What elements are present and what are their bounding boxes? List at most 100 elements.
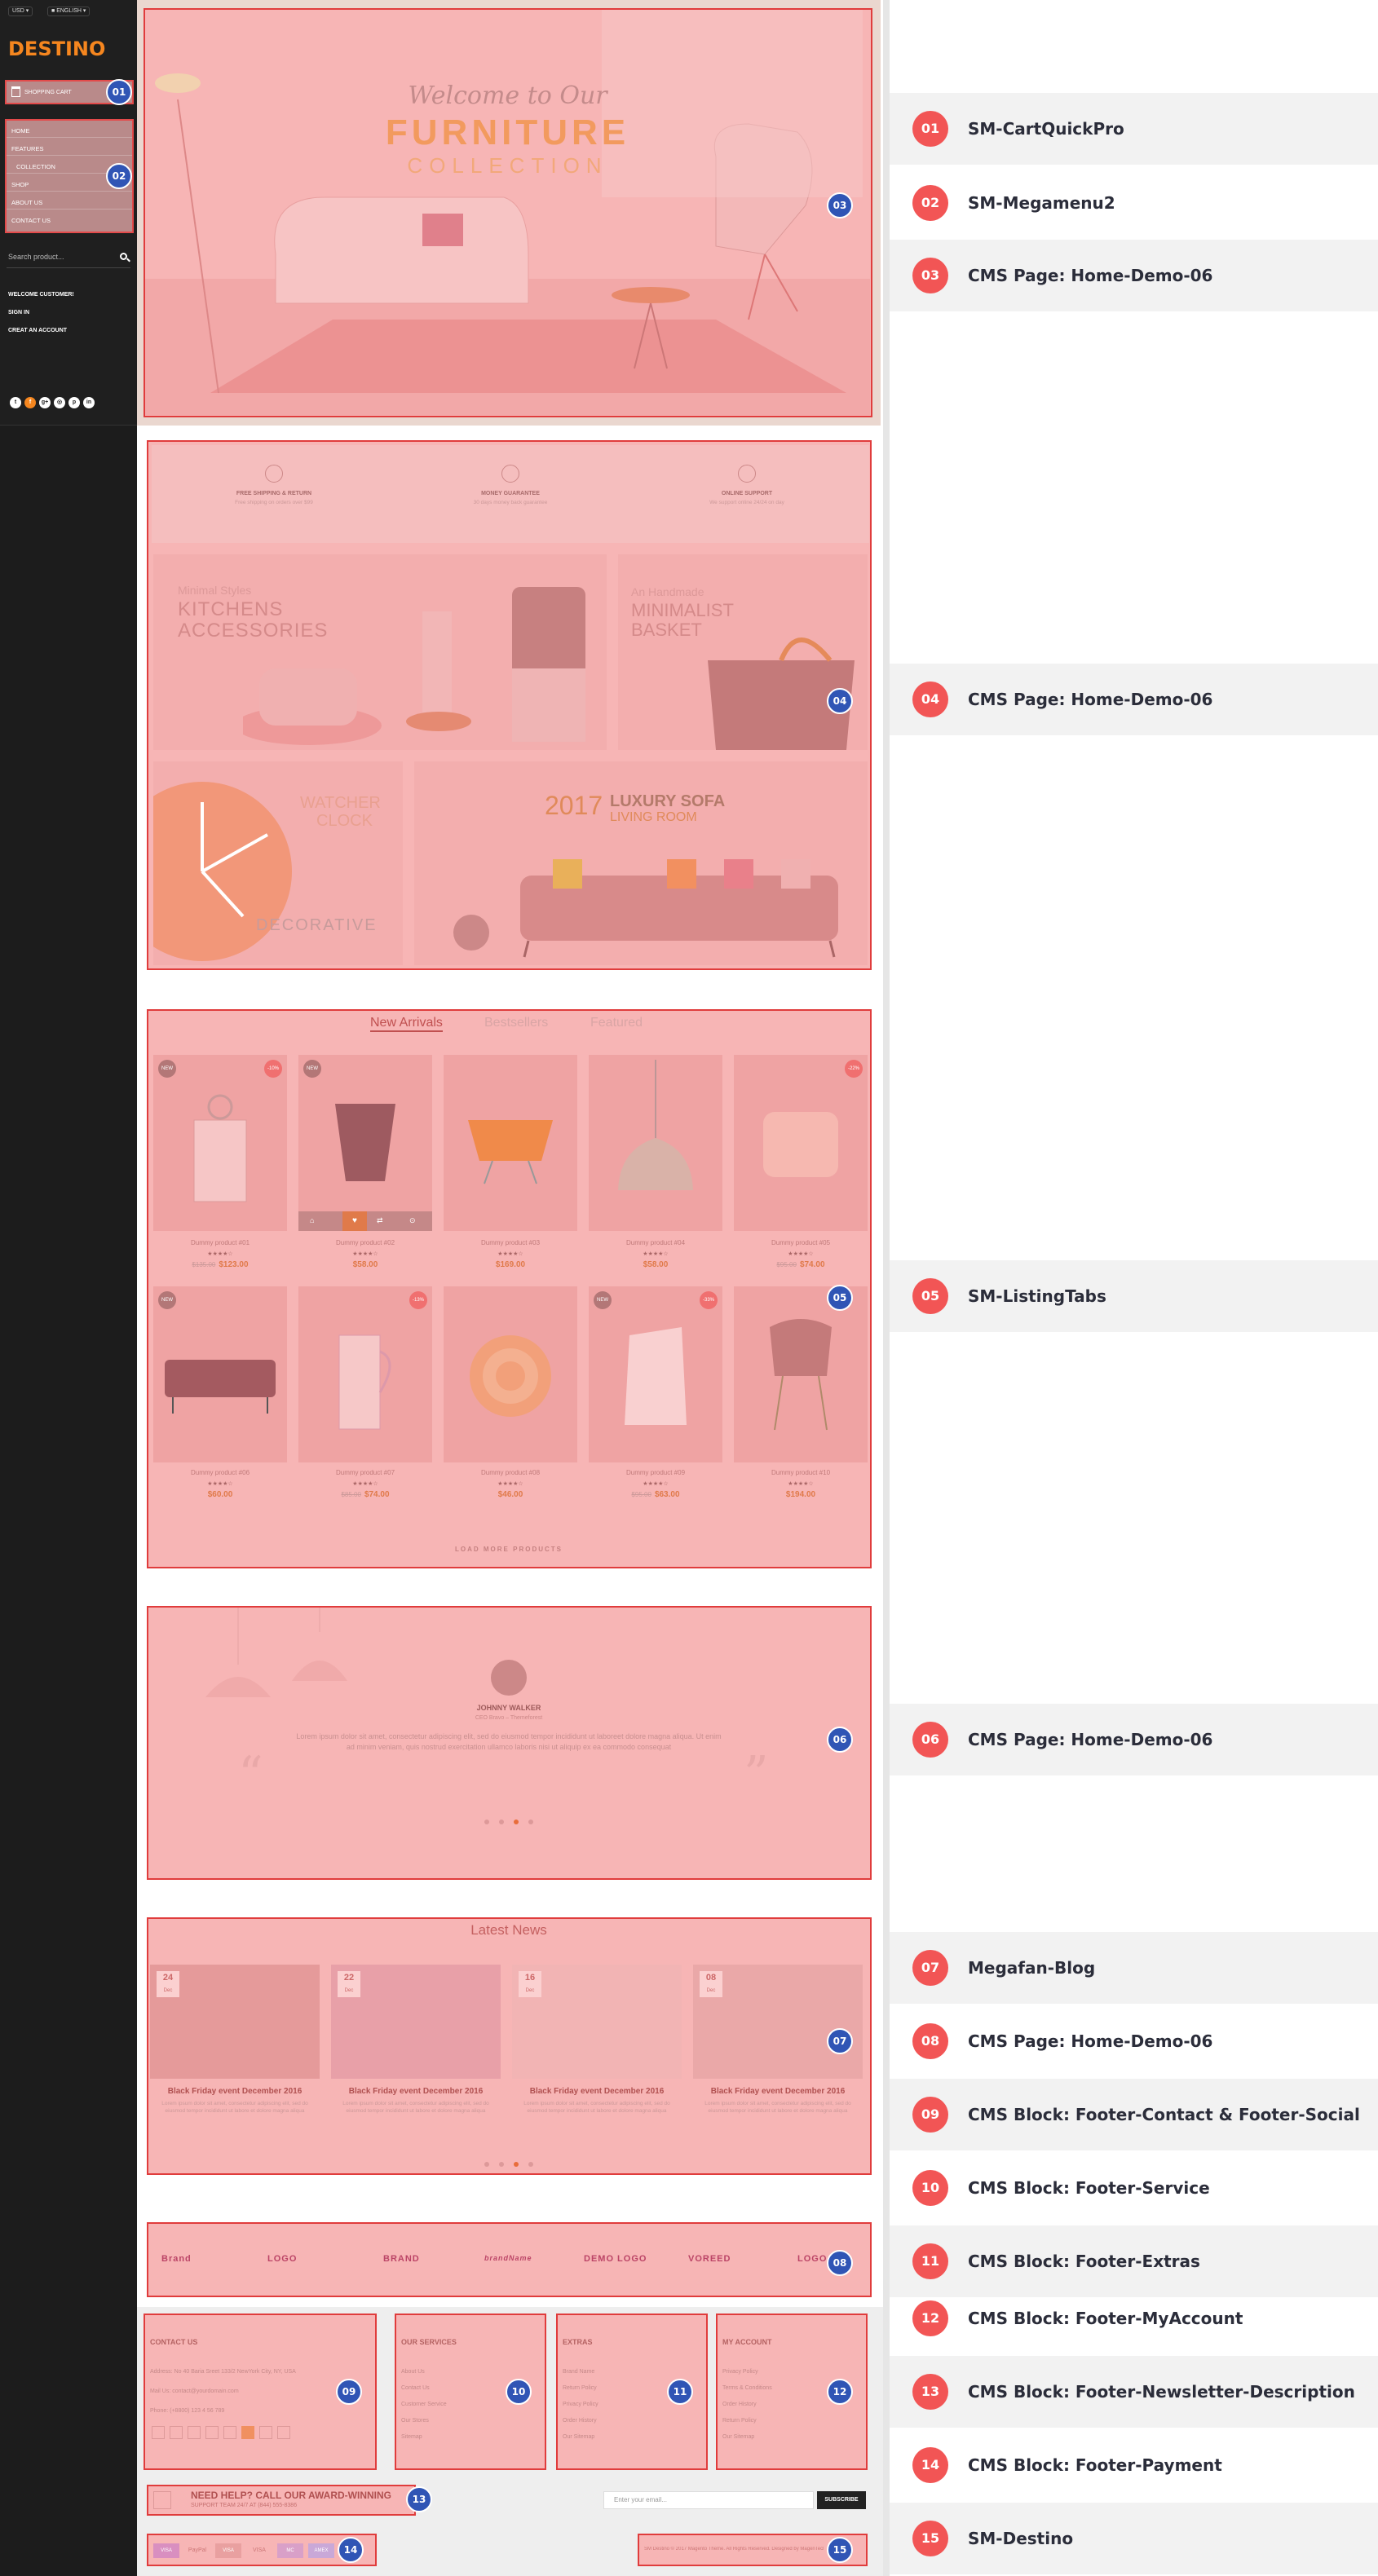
news-card[interactable]: 24 Dec Black Friday event December 2016 Lor… (150, 1965, 320, 2136)
product-card[interactable] (444, 1286, 577, 1462)
product-card[interactable]: NEW ⌂ ♥ ⇄ ⊙ (298, 1055, 432, 1231)
slider-dot[interactable] (499, 1820, 504, 1824)
tab-featured[interactable]: Featured (590, 1016, 643, 1030)
product-card[interactable] (444, 1055, 577, 1231)
product-card[interactable]: -13% (298, 1286, 432, 1462)
footer-link[interactable]: Contact Us (401, 2385, 430, 2391)
footer-link[interactable]: Terms & Conditions (722, 2385, 772, 2391)
product-card[interactable]: NEW -10% (153, 1055, 287, 1231)
menu-item-contact-us[interactable]: CONTACT US (11, 217, 51, 224)
menu-item-features[interactable]: FEATURES (11, 145, 43, 152)
search-input[interactable]: Search product... (8, 253, 118, 261)
footer-link[interactable]: Brand Name (563, 2369, 594, 2375)
menu-item-home[interactable]: HOME (11, 127, 30, 135)
social-pinterest-icon[interactable] (259, 2426, 272, 2439)
slider-dot-active[interactable] (514, 1820, 519, 1824)
product-name[interactable]: Dummy product #05 (734, 1239, 868, 1246)
product-card[interactable]: -22% (734, 1055, 868, 1231)
create-account-link[interactable]: CREAT AN ACCOUNT (8, 328, 67, 333)
language-select[interactable]: ■ ENGLISH ▾ (47, 7, 91, 16)
brand-logo[interactable]: LOGO (267, 2254, 297, 2264)
brand-logo[interactable]: Brand (161, 2254, 192, 2264)
tab-new-arrivals[interactable]: New Arrivals (370, 1016, 443, 1032)
footer-link[interactable]: Our Sitemap (722, 2434, 754, 2440)
newsletter-email-input[interactable]: Enter your email... (603, 2491, 814, 2509)
news-item-title[interactable]: Black Friday event December 2016 (512, 2087, 682, 2096)
product-name[interactable]: Dummy product #01 (153, 1239, 287, 1246)
banner-clock[interactable]: WATCHER CLOCK DECORATIVE (153, 761, 403, 965)
currency-select[interactable]: USD ▾ (8, 7, 33, 16)
google-plus-icon[interactable]: g+ (39, 397, 51, 408)
footer-link[interactable]: Order History (722, 2402, 757, 2407)
menu-item-about-us[interactable]: ABOUT US (11, 199, 42, 206)
search-icon[interactable] (120, 253, 127, 260)
product-card[interactable] (589, 1055, 722, 1231)
hero-slider[interactable]: Welcome to Our FURNITURE COLLECTION (144, 8, 872, 417)
brand-logo[interactable]: DEMO LOGO (584, 2254, 647, 2264)
footer-link[interactable]: Customer Service (401, 2402, 447, 2407)
compare-icon[interactable]: ⇄ (377, 1216, 383, 1225)
social-google-icon[interactable] (188, 2426, 201, 2439)
news-item-title[interactable]: Black Friday event December 2016 (331, 2087, 501, 2096)
footer-link[interactable]: About Us (401, 2369, 425, 2375)
footer-link[interactable]: Return Policy (722, 2418, 757, 2424)
load-more-button[interactable]: LOAD MORE PRODUCTS (148, 1546, 869, 1553)
slider-dot[interactable] (499, 2162, 504, 2167)
news-card[interactable]: 16 Dec Black Friday event December 2016 Lor… (512, 1965, 682, 2136)
product-name[interactable]: Dummy product #02 (298, 1239, 432, 1246)
brand-logo[interactable]: VOREED (688, 2254, 731, 2264)
pinterest-icon[interactable]: p (68, 397, 80, 408)
social-dribbble-icon[interactable] (205, 2426, 219, 2439)
social-linkedin-icon[interactable] (277, 2426, 290, 2439)
dribbble-icon[interactable]: ◎ (54, 397, 65, 408)
banner-kitchen[interactable]: Minimal Styles KITCHENS ACCESSORIES (153, 554, 607, 750)
linkedin-icon[interactable]: in (83, 397, 95, 408)
brand-logo[interactable]: BRAND (383, 2254, 420, 2264)
site-logo[interactable]: DESTINO (8, 37, 105, 60)
banner-basket[interactable]: An Handmade MINIMALIST BASKET (618, 554, 868, 750)
social-twitter-icon[interactable] (152, 2426, 165, 2439)
footer-link[interactable]: Privacy Policy (563, 2402, 598, 2407)
product-card[interactable]: NEW -33% (589, 1286, 722, 1462)
social-instagram-icon[interactable] (223, 2426, 236, 2439)
twitter-icon[interactable]: t (10, 397, 21, 408)
quickview-icon[interactable]: ⊙ (409, 1216, 416, 1225)
product-name[interactable]: Dummy product #09 (589, 1469, 722, 1476)
menu-item-collection[interactable]: COLLECTION (16, 163, 55, 170)
banner-sofa[interactable]: 2017 LUXURY SOFA LIVING ROOM (414, 761, 868, 965)
news-item-title[interactable]: Black Friday event December 2016 (693, 2087, 863, 2096)
heart-icon[interactable]: ♥ (342, 1211, 367, 1231)
footer-link[interactable]: Order History (563, 2418, 597, 2424)
footer-link[interactable]: Our Stores (401, 2418, 429, 2424)
footer-link[interactable]: Privacy Policy (722, 2369, 758, 2375)
social-rss-icon[interactable] (241, 2426, 254, 2439)
tab-bestsellers[interactable]: Bestsellers (484, 1016, 548, 1030)
social-facebook-icon[interactable] (170, 2426, 183, 2439)
news-item-title[interactable]: Black Friday event December 2016 (150, 2087, 320, 2096)
menu-item-shop[interactable]: SHOP (11, 181, 29, 188)
slider-dot[interactable] (528, 2162, 533, 2167)
footer-link[interactable]: Return Policy (563, 2385, 597, 2391)
product-name[interactable]: Dummy product #07 (298, 1469, 432, 1476)
product-card[interactable]: NEW (153, 1286, 287, 1462)
product-name[interactable]: Dummy product #10 (734, 1469, 868, 1476)
subscribe-button[interactable]: SUBSCRIBE (817, 2491, 866, 2509)
slider-dot-active[interactable] (514, 2162, 519, 2167)
brand-logo[interactable]: LOGO (797, 2254, 827, 2264)
product-name[interactable]: Dummy product #08 (444, 1469, 577, 1476)
footer-link[interactable]: Our Sitemap (563, 2434, 594, 2440)
slider-dot[interactable] (528, 1820, 533, 1824)
cart-icon[interactable]: ⌂ (310, 1216, 314, 1224)
slider-dot[interactable] (484, 1820, 489, 1824)
product-name[interactable]: Dummy product #03 (444, 1239, 577, 1246)
slider-dot[interactable] (484, 2162, 489, 2167)
product-name[interactable]: Dummy product #04 (589, 1239, 722, 1246)
news-card[interactable]: 22 Dec Black Friday event December 2016 Lor… (331, 1965, 501, 2136)
brand-logo[interactable]: brandName (484, 2254, 532, 2262)
footer-link[interactable]: Sitemap (401, 2434, 422, 2440)
footer-mail[interactable]: Mail Us: contact@yourdomain.com (150, 2389, 239, 2394)
facebook-icon[interactable]: f (24, 397, 36, 408)
product-name[interactable]: Dummy product #06 (153, 1469, 287, 1476)
product-card[interactable] (734, 1286, 868, 1462)
sign-in-link[interactable]: SIGN IN (8, 310, 29, 315)
